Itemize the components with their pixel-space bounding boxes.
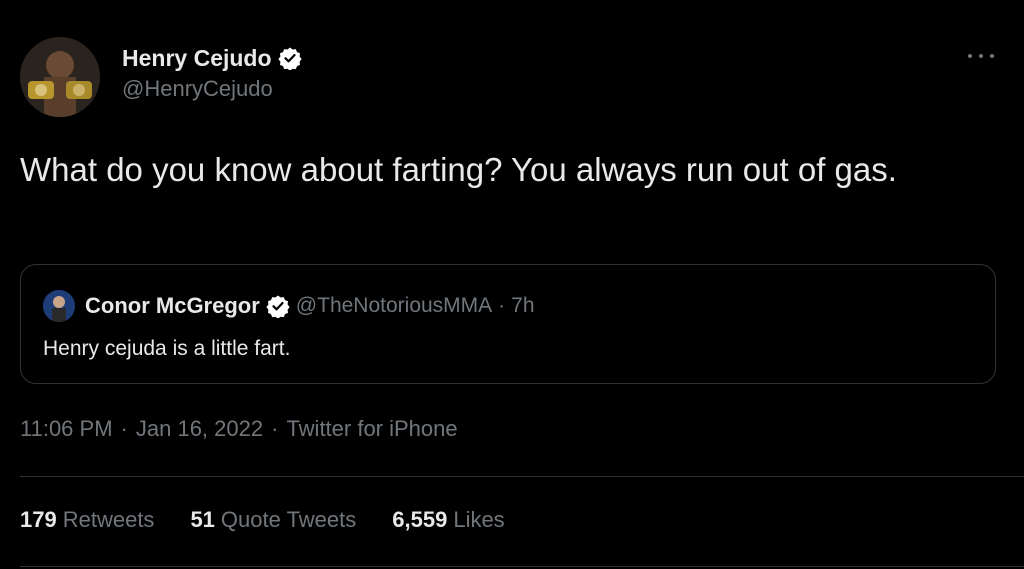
quoted-author-name: Conor McGregor: [85, 293, 260, 318]
quoted-tweet[interactable]: Conor McGregor @TheNotoriousMMA · 7h Hen…: [20, 264, 996, 384]
tweet-stats: 179 Retweets 51 Quote Tweets 6,559 Likes: [20, 507, 541, 533]
quote-tweets-stat[interactable]: 51 Quote Tweets: [190, 507, 356, 533]
quoted-tweet-header: Conor McGregor @TheNotoriousMMA · 7h: [43, 289, 535, 323]
divider: [20, 476, 1024, 477]
tweet-text: What do you know about farting? You alwa…: [20, 151, 897, 188]
quoted-tweet-text: Henry cejuda is a little fart.: [43, 337, 291, 360]
quoted-tweet-time: 7h: [511, 294, 535, 317]
tweet-source[interactable]: Twitter for iPhone: [286, 416, 457, 442]
author-name[interactable]: Henry Cejudo: [122, 45, 272, 72]
likes-count: 6,559: [392, 507, 448, 532]
tweet-time[interactable]: 11:06 PM: [20, 416, 113, 442]
tweet-meta: 11:06 PM · Jan 16, 2022 · Twitter for iP…: [20, 416, 458, 442]
quoted-author-handle: @TheNotoriousMMA: [295, 294, 493, 317]
tweet-date[interactable]: Jan 16, 2022: [136, 416, 263, 442]
author-handle[interactable]: @HenryCejudo: [122, 76, 302, 102]
separator-dot: ·: [120, 416, 128, 441]
separator-dot: ·: [271, 416, 279, 441]
retweets-count: 179: [20, 507, 57, 532]
likes-stat[interactable]: 6,559 Likes: [392, 507, 504, 533]
quote-tweets-label: Quote Tweets: [220, 507, 357, 532]
retweets-stat[interactable]: 179 Retweets: [20, 507, 154, 533]
separator-dot: ·: [498, 294, 506, 317]
tweet-author-avatar[interactable]: [20, 37, 100, 117]
quoted-author-avatar: [43, 290, 75, 322]
likes-label: Likes: [453, 507, 505, 532]
verified-badge-icon: [266, 294, 290, 319]
tweet-author: Henry Cejudo @HenryCejudo: [122, 42, 302, 102]
divider: [20, 566, 1024, 567]
more-options-icon[interactable]: [968, 46, 994, 66]
quote-tweets-count: 51: [190, 507, 215, 532]
retweets-label: Retweets: [62, 507, 155, 532]
verified-badge-icon: [277, 46, 302, 71]
